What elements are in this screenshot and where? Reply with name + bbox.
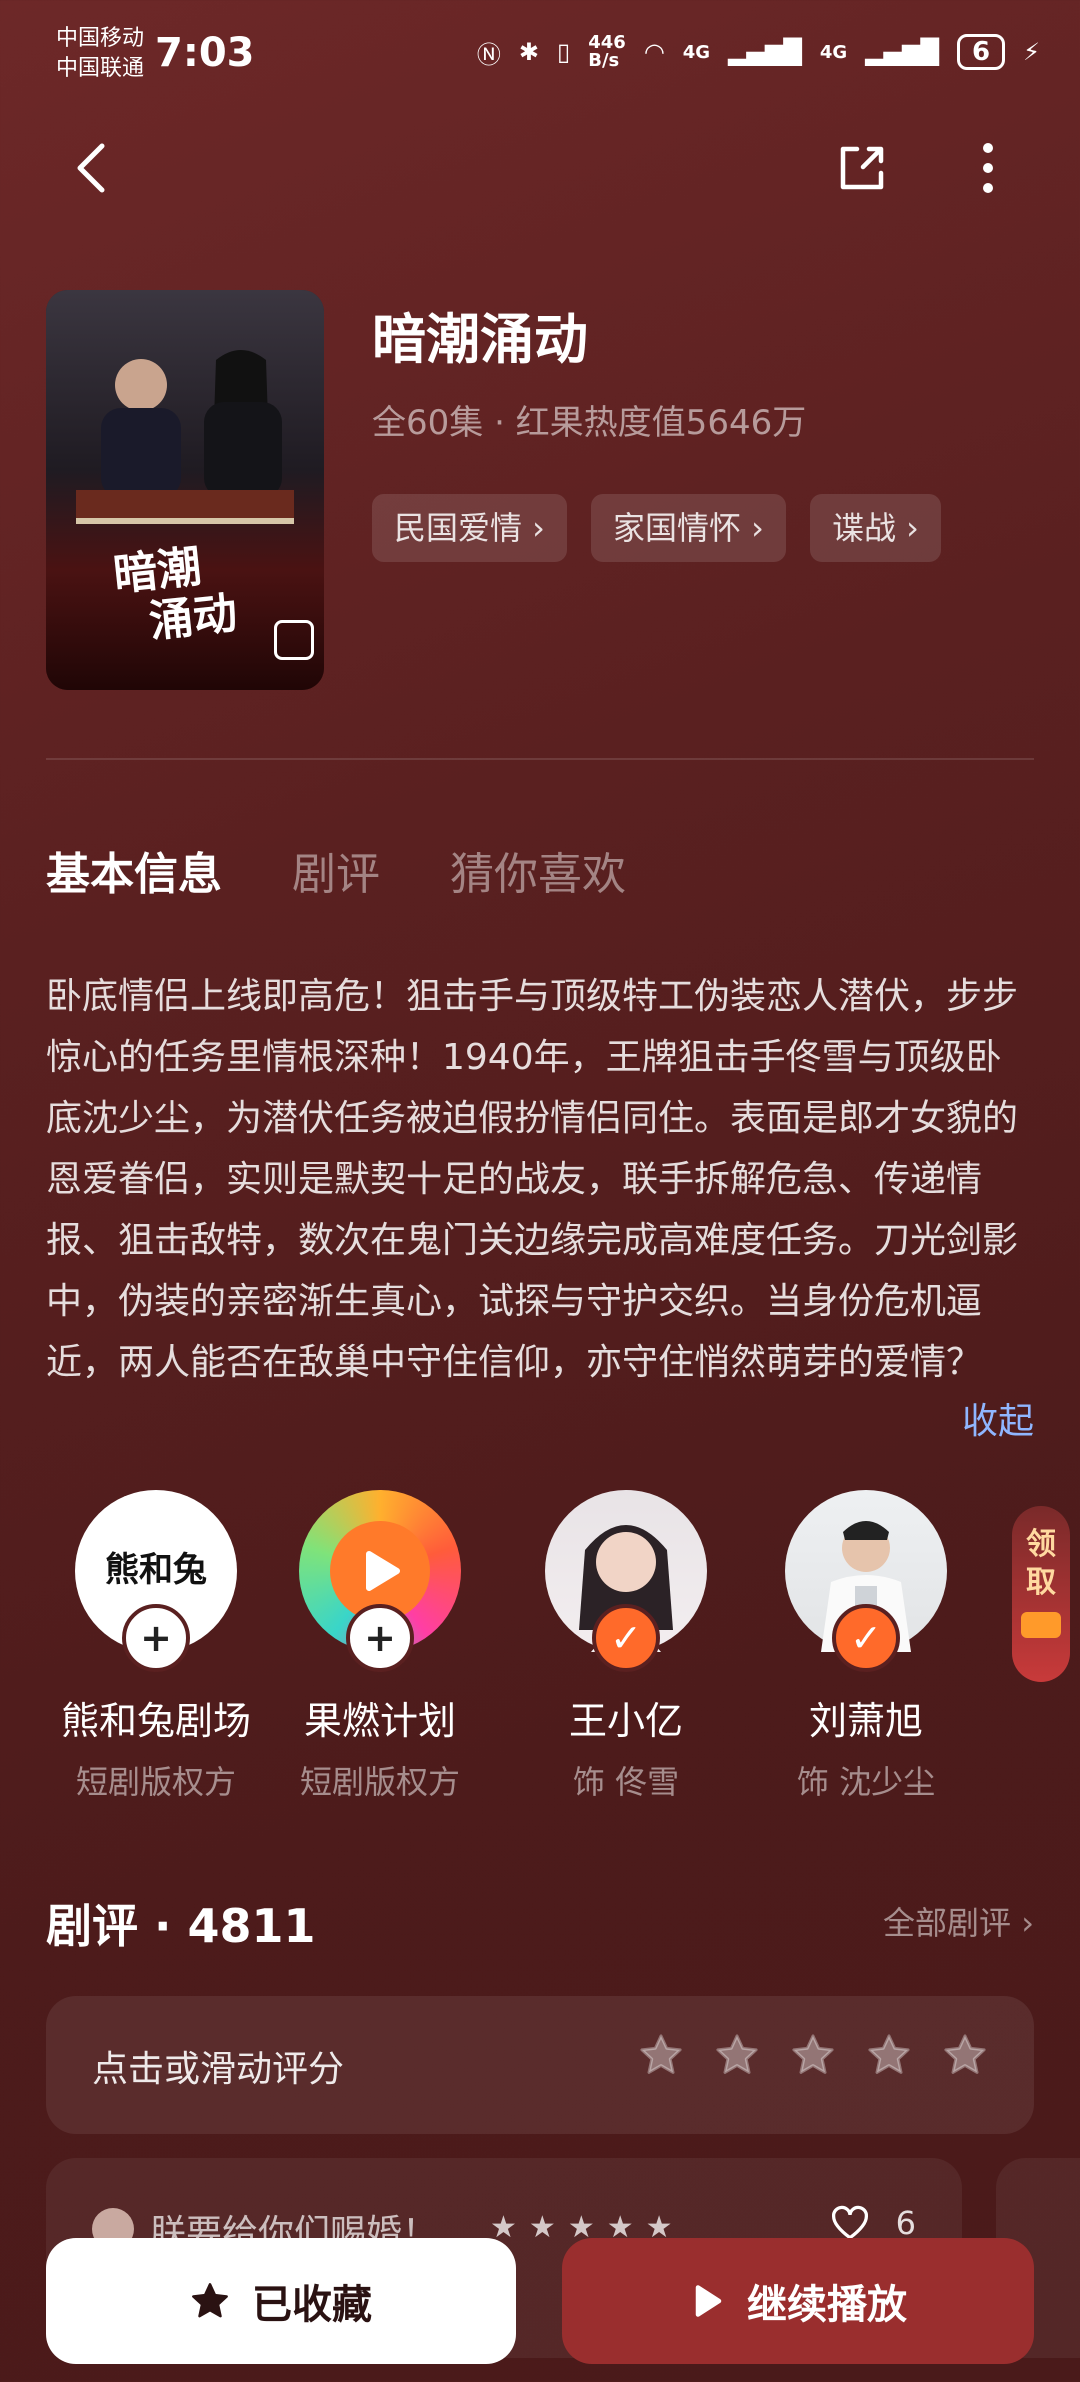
tag-list: 民国爱情 › 家国情怀 › 谍战 ›: [372, 494, 941, 562]
likes-count: 6: [895, 2204, 916, 2242]
avatar: ✓: [785, 1490, 947, 1672]
cast-item-guoran[interactable]: + 果燃计划 短剧版权方: [270, 1490, 490, 1803]
tag-patriotic[interactable]: 家国情怀 ›: [590, 494, 786, 562]
star-icon[interactable]: [714, 2032, 760, 2078]
red-packet-button[interactable]: 领取: [1012, 1506, 1070, 1682]
xionghetu-logo: 熊和兔: [105, 1550, 207, 1590]
star-icon[interactable]: [866, 2032, 912, 2078]
avatar: ✓: [545, 1490, 707, 1672]
cast-name: 熊和兔剧场: [60, 1699, 251, 1743]
heart-icon: [831, 2205, 868, 2240]
followed-check-icon[interactable]: ✓: [592, 1604, 660, 1672]
signal-icon-1: ▂▄▆█: [728, 38, 802, 66]
drama-title: 暗潮涌动: [372, 308, 588, 371]
cast-role: 饰 沈少尘: [796, 1763, 936, 1801]
star-icon[interactable]: [942, 2032, 988, 2078]
collapse-button[interactable]: 收起: [962, 1392, 1034, 1444]
signal-label-2: 4G: [819, 41, 848, 63]
tag-romance[interactable]: 民国爱情 ›: [372, 494, 567, 562]
play-icon: [366, 1551, 400, 1591]
more-vertical-icon: [983, 143, 993, 193]
battery-level: 6: [957, 34, 1006, 70]
cast-item-liuxiaoxu[interactable]: ✓ 刘萧旭 饰 沈少尘: [756, 1490, 976, 1803]
followed-check-icon[interactable]: ✓: [832, 1604, 900, 1672]
cast-list: 熊和兔 + 熊和兔剧场 短剧版权方 + 果燃计划 短剧版权方 ✓ 王小亿 饰 佟…: [46, 1490, 1046, 1820]
signal-label-1: 4G: [682, 41, 711, 63]
tab-recommendations[interactable]: 猜你喜欢: [450, 838, 626, 902]
drama-description: 卧底情侣上线即高危！狙击手与顶级特工伪装恋人潜伏，步步惊心的任务里情根深种！19…: [46, 976, 1019, 1383]
tab-basic-info[interactable]: 基本信息: [46, 838, 222, 902]
rating-card[interactable]: 点击或滑动评分: [46, 1996, 1034, 2134]
cast-role: 饰 佟雪: [572, 1763, 680, 1801]
vibrate-icon: ▯: [557, 38, 571, 66]
avatar: 熊和兔 +: [75, 1490, 237, 1672]
net-speed: 446 B/s: [588, 32, 626, 71]
status-icons: Ⓝ ✱ ▯ 446 B/s ◠ 4G ▂▄▆█ 4G ▂▄▆█ 6 ⚡: [477, 34, 1040, 70]
avatar: +: [299, 1490, 461, 1672]
poster-title: 暗潮 涌动: [110, 541, 240, 651]
bluetooth-icon: ✱: [518, 38, 540, 66]
cast-item-xionghetu[interactable]: 熊和兔 + 熊和兔剧场 短剧版权方: [46, 1490, 266, 1803]
poster-logo-icon: [274, 620, 314, 660]
tab-reviews[interactable]: 剧评: [292, 838, 380, 902]
star-icon[interactable]: [638, 2032, 684, 2078]
back-button[interactable]: [62, 138, 122, 198]
share-icon: [840, 146, 884, 190]
cast-role: 短剧版权方: [75, 1763, 236, 1801]
reviews-title: 剧评 · 4811: [46, 1899, 316, 1953]
status-time: 7:03: [155, 30, 255, 76]
red-packet-label: 领取: [1026, 1527, 1056, 1600]
carrier-labels: 中国移动 中国联通: [56, 24, 144, 84]
carrier-1: 中国移动: [56, 26, 145, 51]
star-filled-icon: [192, 2283, 228, 2318]
charging-icon: ⚡: [1023, 38, 1040, 66]
tag-espionage[interactable]: 谍战 ›: [809, 494, 941, 562]
more-button[interactable]: [958, 138, 1018, 198]
follow-plus-icon[interactable]: +: [346, 1604, 414, 1672]
cast-name: 王小亿: [568, 1699, 683, 1743]
star-icon: ★: [528, 2210, 556, 2245]
nfc-icon: Ⓝ: [476, 40, 501, 69]
red-packet-icon: [1021, 1612, 1061, 1638]
cast-item-wangxiaoyi[interactable]: ✓ 王小亿 饰 佟雪: [516, 1490, 736, 1803]
favorite-button[interactable]: 已收藏: [46, 2238, 516, 2364]
continue-play-button[interactable]: 继续播放: [562, 2238, 1034, 2364]
share-button[interactable]: [832, 138, 892, 198]
tab-bar: 基本信息 剧评 猜你喜欢: [46, 838, 626, 902]
carrier-2: 中国联通: [56, 56, 145, 81]
cast-name: 果燃计划: [303, 1699, 456, 1743]
follow-plus-icon[interactable]: +: [122, 1604, 190, 1672]
all-reviews-link[interactable]: 全部剧评 ›: [883, 1898, 1034, 1944]
divider: [46, 758, 1034, 760]
play-label: 继续播放: [747, 2282, 907, 2328]
signal-icon-2: ▂▄▆█: [865, 38, 940, 66]
review-likes[interactable]: 6: [830, 2204, 916, 2242]
status-bar: 中国移动 中国联通 7:03 Ⓝ ✱ ▯ 446 B/s ◠ 4G ▂▄▆█ 4…: [0, 0, 1080, 110]
play-icon: [695, 2285, 722, 2317]
cast-role: 短剧版权方: [299, 1763, 460, 1801]
favorite-label: 已收藏: [252, 2282, 372, 2328]
wifi-icon: ◠: [643, 38, 665, 66]
rating-stars[interactable]: [638, 2032, 988, 2078]
rating-prompt: 点击或滑动评分: [92, 2049, 345, 2090]
cast-name: 刘萧旭: [808, 1699, 923, 1743]
chevron-left-icon: [77, 143, 105, 193]
star-icon[interactable]: [790, 2032, 836, 2078]
drama-meta: 全60集 · 红果热度值5646万: [372, 403, 807, 443]
drama-poster[interactable]: 暗潮 涌动: [46, 290, 324, 690]
